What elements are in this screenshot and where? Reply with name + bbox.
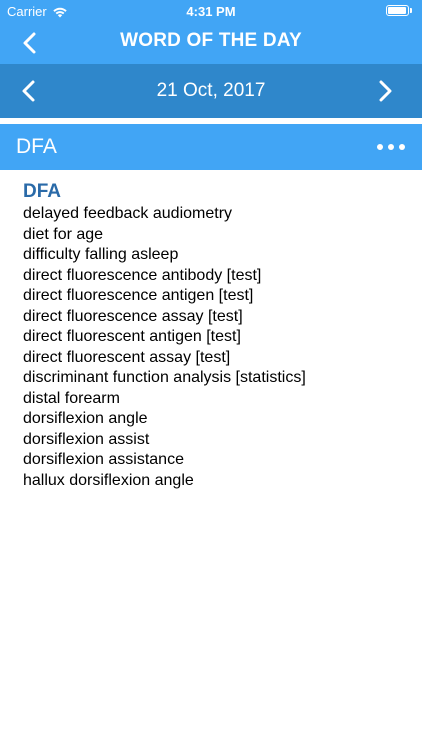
definition-item: direct fluorescence antigen [test] bbox=[23, 287, 254, 304]
top-bar: Carrier 4:31 PM WORD OF THE DAY bbox=[0, 0, 422, 64]
definition-list: delayed feedback audiometry diet for age… bbox=[23, 204, 403, 491]
definition-item: direct fluorescent antigen [test] bbox=[23, 328, 241, 345]
chevron-right-icon bbox=[379, 80, 392, 102]
definition-item: diet for age bbox=[23, 225, 104, 243]
definition-item: discriminant function analysis [statisti… bbox=[23, 369, 306, 386]
status-bar: Carrier 4:31 PM bbox=[0, 0, 422, 22]
status-time: 4:31 PM bbox=[186, 4, 236, 19]
content-heading: DFA bbox=[23, 181, 61, 202]
definition-item: distal forearm bbox=[23, 389, 120, 407]
definition-item: direct fluorescent assay [test] bbox=[23, 348, 231, 366]
date-label: 21 Oct, 2017 bbox=[156, 80, 266, 101]
definition-content: DFA delayed feedback audiometry diet for… bbox=[23, 180, 403, 491]
definition-item: hallux dorsiflexion angle bbox=[23, 471, 194, 489]
word-title: DFA bbox=[16, 135, 57, 158]
definition-item: delayed feedback audiometry bbox=[23, 205, 233, 222]
next-date-button[interactable] bbox=[370, 77, 400, 105]
more-options-button[interactable] bbox=[374, 136, 408, 158]
battery-tip bbox=[410, 8, 412, 13]
battery-fill bbox=[388, 7, 406, 14]
battery-icon bbox=[386, 5, 414, 17]
definition-item: dorsiflexion angle bbox=[23, 410, 148, 427]
word-bar: DFA bbox=[0, 124, 422, 170]
back-button[interactable] bbox=[14, 30, 44, 56]
more-horizontal-icon bbox=[377, 144, 405, 150]
chevron-left-icon bbox=[22, 80, 35, 102]
definition-item: direct fluorescence assay [test] bbox=[23, 307, 243, 325]
nav-bar: WORD OF THE DAY bbox=[0, 22, 422, 64]
definition-item: dorsiflexion assist bbox=[23, 430, 150, 448]
previous-date-button[interactable] bbox=[14, 77, 44, 105]
definition-item: difficulty falling asleep bbox=[23, 246, 179, 263]
date-bar: 21 Oct, 2017 bbox=[0, 64, 422, 118]
definition-item: direct fluorescence antibody [test] bbox=[23, 266, 262, 284]
page-title: WORD OF THE DAY bbox=[120, 30, 302, 51]
chevron-left-icon bbox=[23, 32, 36, 54]
definition-item: dorsiflexion assistance bbox=[23, 451, 184, 468]
